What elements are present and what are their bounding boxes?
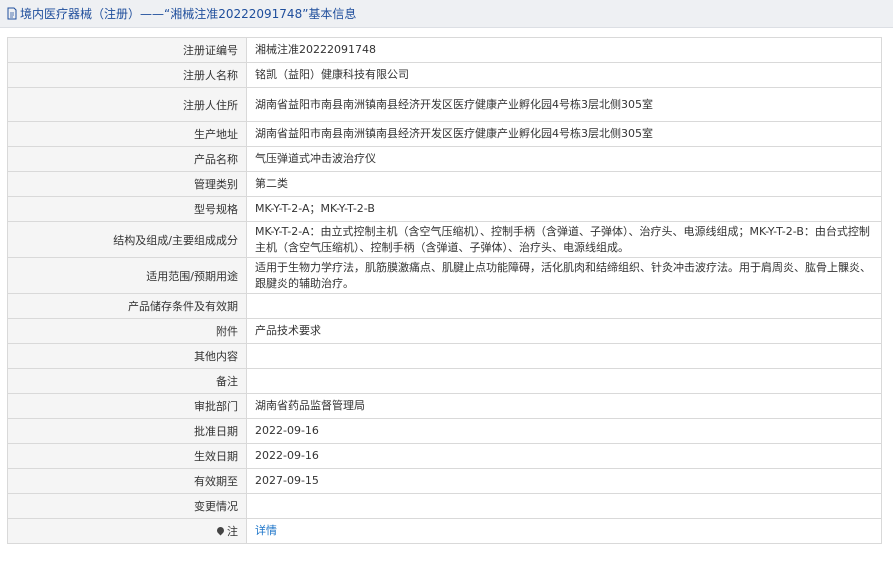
row-label: 型号规格 bbox=[7, 196, 247, 222]
row-label: 生效日期 bbox=[7, 443, 247, 469]
row-label: 注册人住所 bbox=[7, 87, 247, 122]
table-row: 附件 产品技术要求 bbox=[7, 318, 882, 344]
row-label: 产品储存条件及有效期 bbox=[7, 293, 247, 319]
table-row: 备注 bbox=[7, 368, 882, 394]
row-value: MK-Y-T-2-A；MK-Y-T-2-B bbox=[246, 196, 882, 222]
row-label: 注册人名称 bbox=[7, 62, 247, 88]
row-value: 湖南省药品监督管理局 bbox=[246, 393, 882, 419]
table-row: 产品储存条件及有效期 bbox=[7, 293, 882, 319]
table-row: 注册人住所 湖南省益阳市南县南洲镇南县经济开发区医疗健康产业孵化园4号栋3层北侧… bbox=[7, 87, 882, 122]
table-row: 管理类别 第二类 bbox=[7, 171, 882, 197]
row-label: 适用范围/预期用途 bbox=[7, 257, 247, 294]
table-row: 生产地址 湖南省益阳市南县南洲镇南县经济开发区医疗健康产业孵化园4号栋3层北侧3… bbox=[7, 121, 882, 147]
note-label-cell: 注 bbox=[7, 518, 247, 544]
row-label: 批准日期 bbox=[7, 418, 247, 444]
row-value: 产品技术要求 bbox=[246, 318, 882, 344]
row-value: 第二类 bbox=[246, 171, 882, 197]
row-value: 2022-09-16 bbox=[246, 418, 882, 444]
info-table: 注册证编号 湘械注准20222091748 注册人名称 铭凯（益阳）健康科技有限… bbox=[7, 37, 882, 544]
document-icon bbox=[7, 7, 17, 20]
row-value: MK-Y-T-2-A：由立式控制主机（含空气压缩机）、控制手柄（含弹道、子弹体）… bbox=[246, 221, 882, 258]
table-row-note: 注 详情 bbox=[7, 518, 882, 544]
table-row: 结构及组成/主要组成成分 MK-Y-T-2-A：由立式控制主机（含空气压缩机）、… bbox=[7, 221, 882, 258]
note-label: 注 bbox=[227, 525, 238, 538]
row-value: 湘械注准20222091748 bbox=[246, 37, 882, 63]
page-header: 境内医疗器械（注册）——“湘械注准20222091748”基本信息 bbox=[0, 0, 893, 28]
row-value: 2022-09-16 bbox=[246, 443, 882, 469]
row-label: 注册证编号 bbox=[7, 37, 247, 63]
row-value: 湖南省益阳市南县南洲镇南县经济开发区医疗健康产业孵化园4号栋3层北侧305室 bbox=[246, 87, 882, 122]
row-value: 2027-09-15 bbox=[246, 468, 882, 494]
row-label: 生产地址 bbox=[7, 121, 247, 147]
row-label: 附件 bbox=[7, 318, 247, 344]
table-row: 型号规格 MK-Y-T-2-A；MK-Y-T-2-B bbox=[7, 196, 882, 222]
row-label: 其他内容 bbox=[7, 343, 247, 369]
row-label: 审批部门 bbox=[7, 393, 247, 419]
pin-icon bbox=[215, 525, 226, 536]
table-row: 适用范围/预期用途 适用于生物力学疗法，肌筋膜激痛点、肌腱止点功能障碍，活化肌肉… bbox=[7, 257, 882, 294]
table-row: 注册人名称 铭凯（益阳）健康科技有限公司 bbox=[7, 62, 882, 88]
row-label: 有效期至 bbox=[7, 468, 247, 494]
table-row: 生效日期 2022-09-16 bbox=[7, 443, 882, 469]
page-title: 境内医疗器械（注册）——“湘械注准20222091748”基本信息 bbox=[20, 7, 357, 21]
row-label: 管理类别 bbox=[7, 171, 247, 197]
row-label: 变更情况 bbox=[7, 493, 247, 519]
info-table-container: 注册证编号 湘械注准20222091748 注册人名称 铭凯（益阳）健康科技有限… bbox=[7, 37, 882, 544]
note-value-cell: 详情 bbox=[246, 518, 882, 544]
row-value: 适用于生物力学疗法，肌筋膜激痛点、肌腱止点功能障碍，活化肌肉和结缔组织、针灸冲击… bbox=[246, 257, 882, 294]
table-row: 批准日期 2022-09-16 bbox=[7, 418, 882, 444]
row-value bbox=[246, 368, 882, 394]
row-value bbox=[246, 293, 882, 319]
table-row: 注册证编号 湘械注准20222091748 bbox=[7, 37, 882, 63]
row-value bbox=[246, 343, 882, 369]
row-label: 结构及组成/主要组成成分 bbox=[7, 221, 247, 258]
table-row: 有效期至 2027-09-15 bbox=[7, 468, 882, 494]
row-value: 气压弹道式冲击波治疗仪 bbox=[246, 146, 882, 172]
row-label: 备注 bbox=[7, 368, 247, 394]
row-label: 产品名称 bbox=[7, 146, 247, 172]
table-row: 变更情况 bbox=[7, 493, 882, 519]
table-row: 产品名称 气压弹道式冲击波治疗仪 bbox=[7, 146, 882, 172]
row-value bbox=[246, 493, 882, 519]
row-value: 湖南省益阳市南县南洲镇南县经济开发区医疗健康产业孵化园4号栋3层北侧305室 bbox=[246, 121, 882, 147]
table-row: 审批部门 湖南省药品监督管理局 bbox=[7, 393, 882, 419]
details-link[interactable]: 详情 bbox=[255, 524, 277, 537]
row-value: 铭凯（益阳）健康科技有限公司 bbox=[246, 62, 882, 88]
table-row: 其他内容 bbox=[7, 343, 882, 369]
